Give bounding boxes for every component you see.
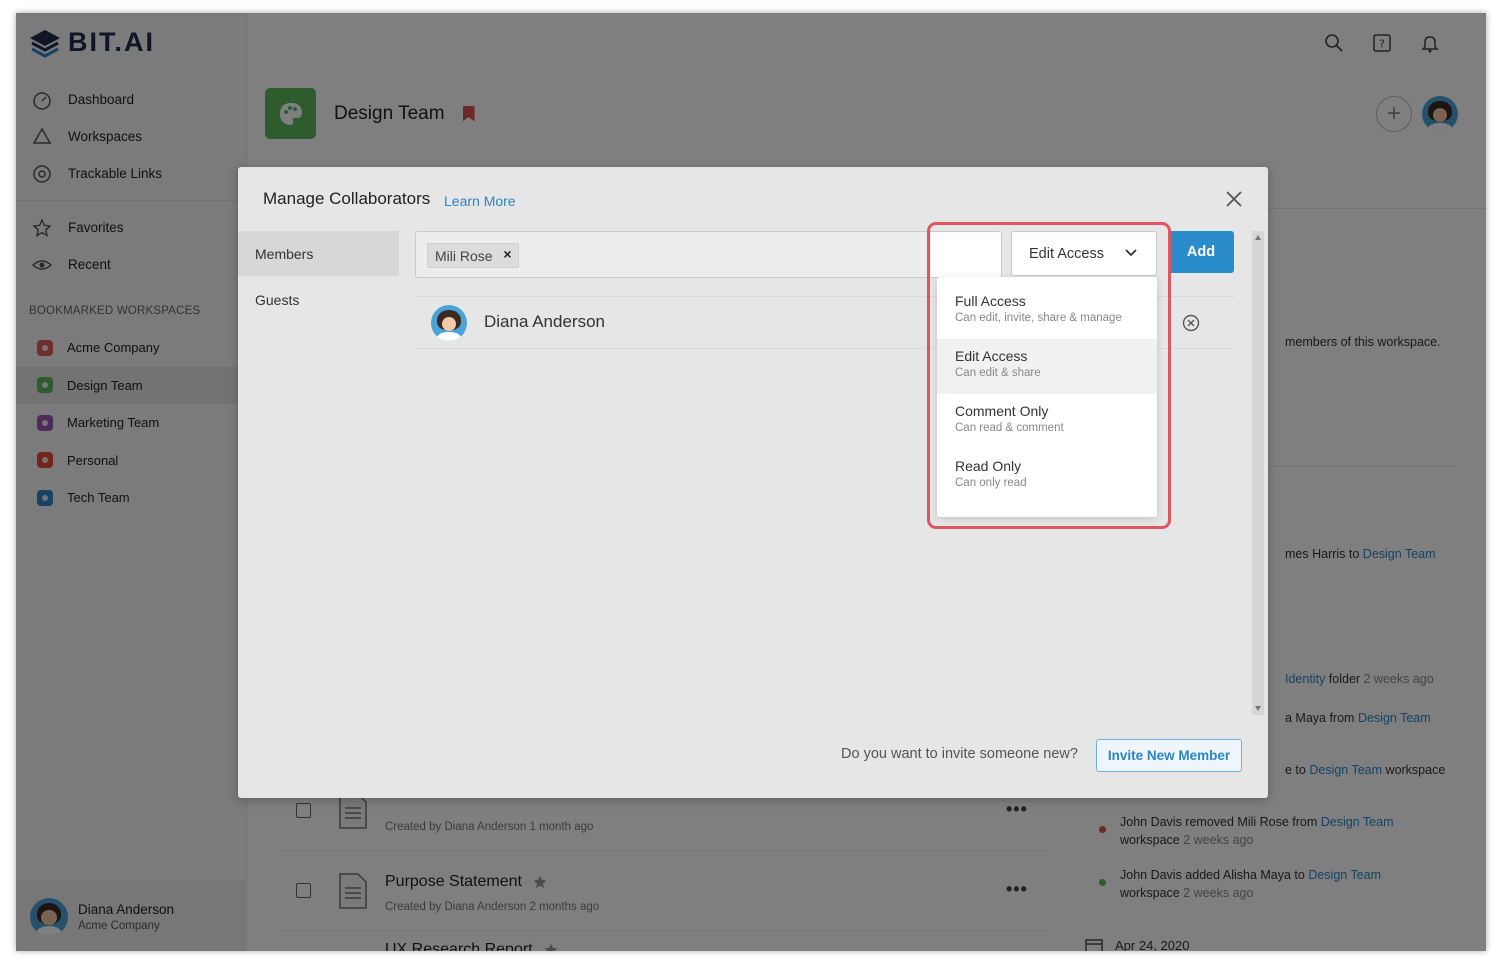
remove-chip-icon[interactable]: × <box>503 246 511 262</box>
learn-more-link[interactable]: Learn More <box>444 193 516 209</box>
selected-member-chip: Mili Rose × <box>427 243 519 268</box>
tab-guests[interactable]: Guests <box>238 277 399 322</box>
modal-scrollbar[interactable] <box>1252 231 1264 715</box>
invite-new-member-button[interactable]: Invite New Member <box>1096 739 1242 772</box>
member-name: Diana Anderson <box>484 312 605 331</box>
member-search-input[interactable]: Mili Rose × <box>415 231 1001 278</box>
scroll-up-icon[interactable] <box>1255 235 1261 240</box>
close-icon[interactable] <box>1224 189 1244 209</box>
avatar <box>431 305 467 341</box>
collaborator-tabs: Members Guests <box>238 231 399 322</box>
app-window: BIT.AI Dashboard Workspaces Trackable Li… <box>16 13 1486 951</box>
highlight-annotation <box>927 222 1171 529</box>
scroll-down-icon[interactable] <box>1255 706 1261 711</box>
manage-collaborators-modal: Manage Collaborators Learn More Members … <box>238 167 1268 798</box>
add-button[interactable]: Add <box>1168 231 1234 273</box>
invite-question: Do you want to invite someone new? <box>841 746 1078 762</box>
modal-title: Manage Collaborators <box>263 189 431 208</box>
remove-member-icon[interactable] <box>1182 314 1200 332</box>
tab-members[interactable]: Members <box>238 231 399 276</box>
chip-label: Mili Rose <box>435 247 493 264</box>
